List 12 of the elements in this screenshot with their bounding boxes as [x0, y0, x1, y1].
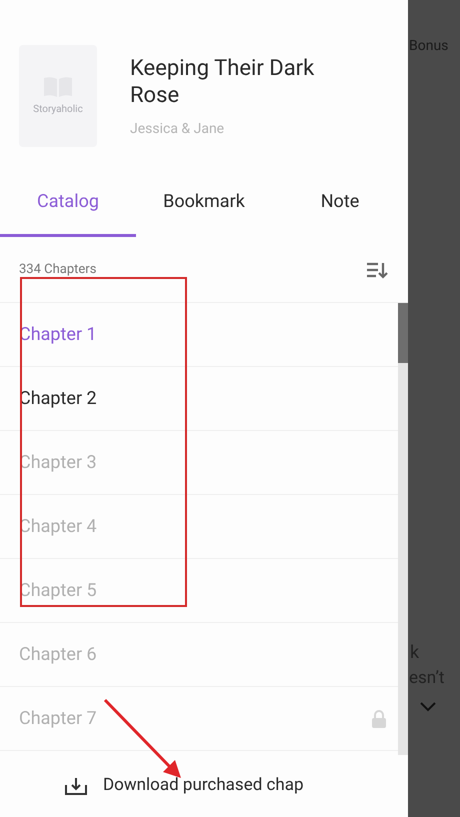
book-title: Keeping Their Dark Rose [130, 55, 316, 109]
tab[interactable]: Note [272, 165, 408, 237]
download-button[interactable]: Download purchased chap [64, 773, 304, 799]
sort-icon[interactable] [366, 260, 388, 278]
tab[interactable]: Bookmark [136, 165, 272, 237]
chapter-count: 334 Chapters [19, 260, 96, 279]
scrollbar-thumb[interactable] [398, 303, 408, 363]
tab[interactable]: Catalog [0, 165, 136, 237]
book-author: Jessica & Jane [130, 120, 226, 139]
chevron-down-icon [420, 702, 436, 712]
download-icon [64, 776, 88, 796]
cover-text: Storyaholic [33, 102, 83, 116]
